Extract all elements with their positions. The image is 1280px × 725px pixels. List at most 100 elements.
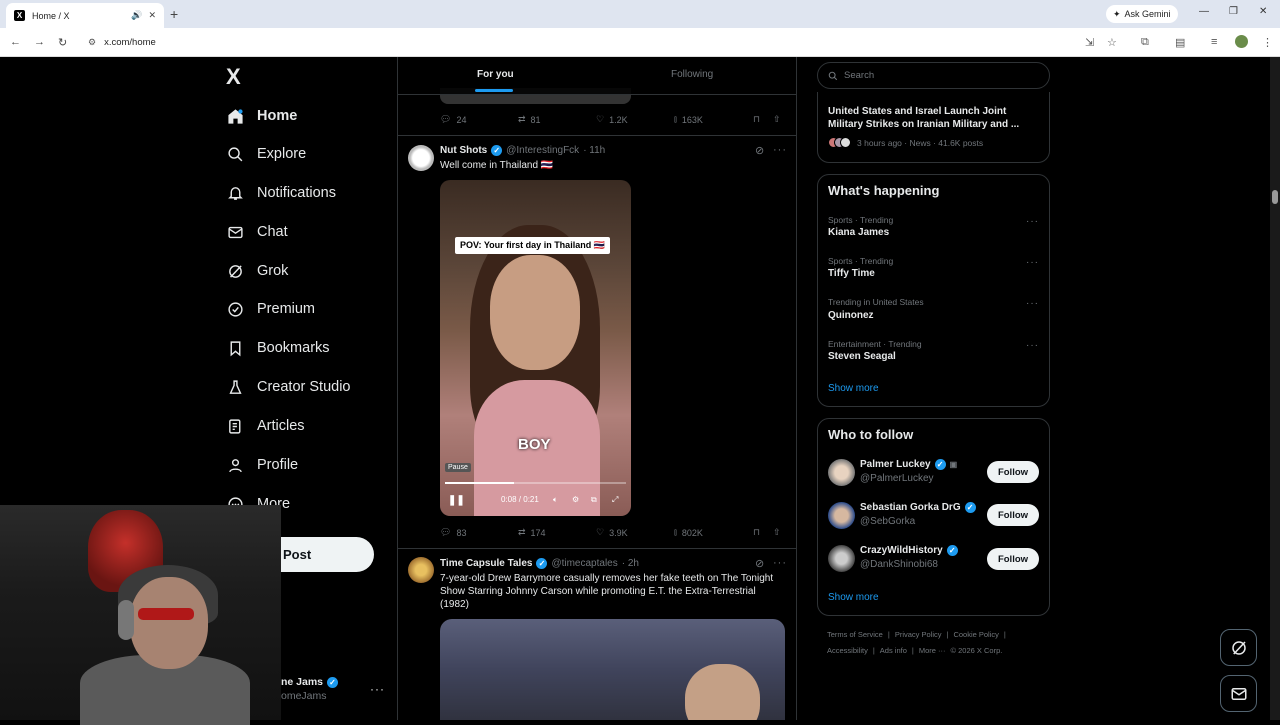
pip-icon[interactable]: ⧉ — [591, 495, 597, 505]
video-time: 0:08 / 0:21 — [501, 495, 539, 504]
news-meta: 3 hours ago · News · 41.6K posts — [828, 137, 983, 148]
tab-following[interactable]: Following — [671, 69, 713, 80]
follow-button[interactable]: Follow — [987, 548, 1039, 570]
share-icon[interactable]: ⇧ — [773, 527, 781, 538]
fullscreen-icon[interactable]: ⤢ — [612, 495, 618, 505]
video-caption-bottom: BOY — [518, 436, 551, 453]
browser-menu-icon[interactable]: ⋮ — [1262, 36, 1273, 49]
grok-icon[interactable]: ⊘ — [755, 144, 765, 157]
trend-name[interactable]: Tiffy Time — [828, 268, 875, 279]
views-icon: ⫾ — [674, 114, 677, 124]
search-icon — [828, 71, 838, 81]
verified-icon: ✓ — [491, 145, 503, 156]
account-more-icon[interactable]: ··· — [370, 682, 385, 696]
tweet-video[interactable]: POV: Your first day in Thailand 🇹🇭 BOY P… — [440, 180, 631, 516]
views-button[interactable]: ⫾ 163K — [674, 114, 703, 125]
mail-icon — [1230, 685, 1248, 703]
ask-gemini-button[interactable]: ✦ Ask Gemini — [1106, 5, 1178, 23]
like-button[interactable]: ♡ 1.2K — [596, 114, 628, 125]
follow-account-name[interactable]: Palmer Luckey ✓ ▣ — [860, 459, 957, 470]
tweet-video[interactable] — [440, 619, 785, 720]
back-icon[interactable]: ← — [10, 36, 21, 48]
whats-happening-title: What's happening — [828, 183, 940, 198]
nav-profile[interactable]: Profile — [226, 452, 298, 478]
trend-name[interactable]: Steven Seagal — [828, 351, 896, 362]
follow-account-name[interactable]: Sebastian Gorka DrG ✓ — [860, 502, 976, 513]
like-button[interactable]: ♡ 3.9K — [596, 527, 628, 538]
trend-more-icon[interactable]: ··· — [1026, 340, 1039, 351]
browser-profile-avatar[interactable] — [1235, 35, 1248, 48]
nav-explore[interactable]: Explore — [226, 141, 306, 167]
avatar[interactable] — [828, 459, 855, 486]
trend-name[interactable]: Quinonez — [828, 310, 874, 321]
reply-button[interactable]: 💬︎ 83 — [440, 527, 466, 538]
extensions-icon[interactable]: ⧉ — [1141, 36, 1149, 49]
grok-fab-button[interactable] — [1220, 629, 1257, 666]
page-scrollbar[interactable] — [1270, 57, 1280, 720]
close-tab-icon[interactable]: ✕ — [148, 10, 156, 21]
close-window-button[interactable]: ✕ — [1259, 6, 1267, 17]
avatar[interactable] — [828, 502, 855, 529]
restore-button[interactable]: ❐ — [1229, 6, 1238, 17]
forward-icon[interactable]: → — [34, 36, 45, 48]
search-input[interactable]: Search — [817, 62, 1050, 89]
speaker-icon[interactable]: 🔊 — [131, 10, 142, 21]
nav-notifications[interactable]: Notifications — [226, 180, 336, 206]
scrollbar-thumb[interactable] — [1272, 190, 1278, 204]
person-icon — [226, 456, 244, 474]
follow-account-name[interactable]: CrazyWildHistory ✓ — [860, 545, 958, 556]
trend-more-icon[interactable]: ··· — [1026, 257, 1039, 268]
reply-button[interactable]: 💬︎ 24 — [440, 114, 466, 125]
sidepanel-icon[interactable]: ▤ — [1175, 36, 1185, 49]
media-icon[interactable]: ≡ — [1211, 36, 1217, 48]
share-icon[interactable]: ⇧ — [773, 114, 781, 125]
tweet-more-icon[interactable]: ··· — [773, 557, 787, 569]
repost-button[interactable]: ⇄ 81 — [518, 114, 541, 125]
video-progress-bar[interactable] — [445, 482, 626, 484]
trend-more-icon[interactable]: ··· — [1026, 298, 1039, 309]
follow-button[interactable]: Follow — [987, 461, 1039, 483]
bookmark-tweet-icon[interactable]: ⊓ — [753, 527, 760, 538]
avatar[interactable] — [828, 545, 855, 572]
nav-home[interactable]: Home — [226, 103, 297, 129]
news-headline[interactable]: United States and Israel Launch Joint Mi… — [828, 105, 1038, 131]
browser-tab[interactable]: X Home / X 🔊 ✕ — [6, 3, 164, 28]
gemini-icon: ✦ — [1113, 8, 1121, 19]
pause-icon[interactable]: ❚❚ — [448, 495, 465, 506]
messages-fab-button[interactable] — [1220, 675, 1257, 712]
trend-category: Sports · Trending — [828, 215, 894, 225]
nav-bookmarks[interactable]: Bookmarks — [226, 335, 330, 361]
url-field[interactable]: ⚙ x.com/home — [78, 32, 1098, 52]
grok-icon[interactable]: ⊘ — [755, 557, 765, 570]
tweet-more-icon[interactable]: ··· — [773, 144, 787, 156]
nav-chat[interactable]: Chat — [226, 219, 288, 245]
trend-more-icon[interactable]: ··· — [1026, 216, 1039, 227]
reload-icon[interactable]: ↻ — [58, 36, 67, 49]
minimize-button[interactable]: — — [1199, 6, 1209, 17]
trends-show-more-link[interactable]: Show more — [828, 383, 879, 394]
follow-button[interactable]: Follow — [987, 504, 1039, 526]
bookmark-tweet-icon[interactable]: ⊓ — [753, 114, 760, 125]
settings-icon[interactable]: ⚙ — [572, 495, 579, 504]
footer-links: Terms of Service | Privacy Policy | Cookie… — [827, 630, 1006, 639]
avatar[interactable] — [408, 145, 434, 171]
follow-show-more-link[interactable]: Show more — [828, 592, 879, 603]
new-tab-button[interactable]: + — [170, 6, 178, 22]
site-info-icon[interactable]: ⚙ — [88, 37, 96, 48]
views-button[interactable]: ⫾ 802K — [674, 527, 703, 538]
nav-articles[interactable]: Articles — [226, 413, 305, 439]
post-button[interactable]: Post — [281, 537, 374, 572]
x-logo-icon[interactable]: X — [226, 64, 241, 90]
home-icon — [226, 107, 244, 125]
avatar[interactable] — [408, 557, 434, 583]
bookmark-star-icon[interactable]: ☆ — [1107, 36, 1117, 49]
volume-icon[interactable]: 🔈︎ — [553, 495, 558, 505]
trend-name[interactable]: Kiana James — [828, 227, 889, 238]
tab-for-you[interactable]: For you — [477, 69, 514, 80]
install-icon[interactable]: ⇲ — [1085, 36, 1094, 49]
nav-premium[interactable]: Premium — [226, 296, 315, 322]
repost-button[interactable]: ⇄ 174 — [518, 527, 546, 538]
nav-grok[interactable]: Grok — [226, 258, 288, 284]
nav-creator-studio[interactable]: Creator Studio — [226, 374, 351, 400]
account-name[interactable]: ne Jams ✓ — [281, 676, 339, 688]
